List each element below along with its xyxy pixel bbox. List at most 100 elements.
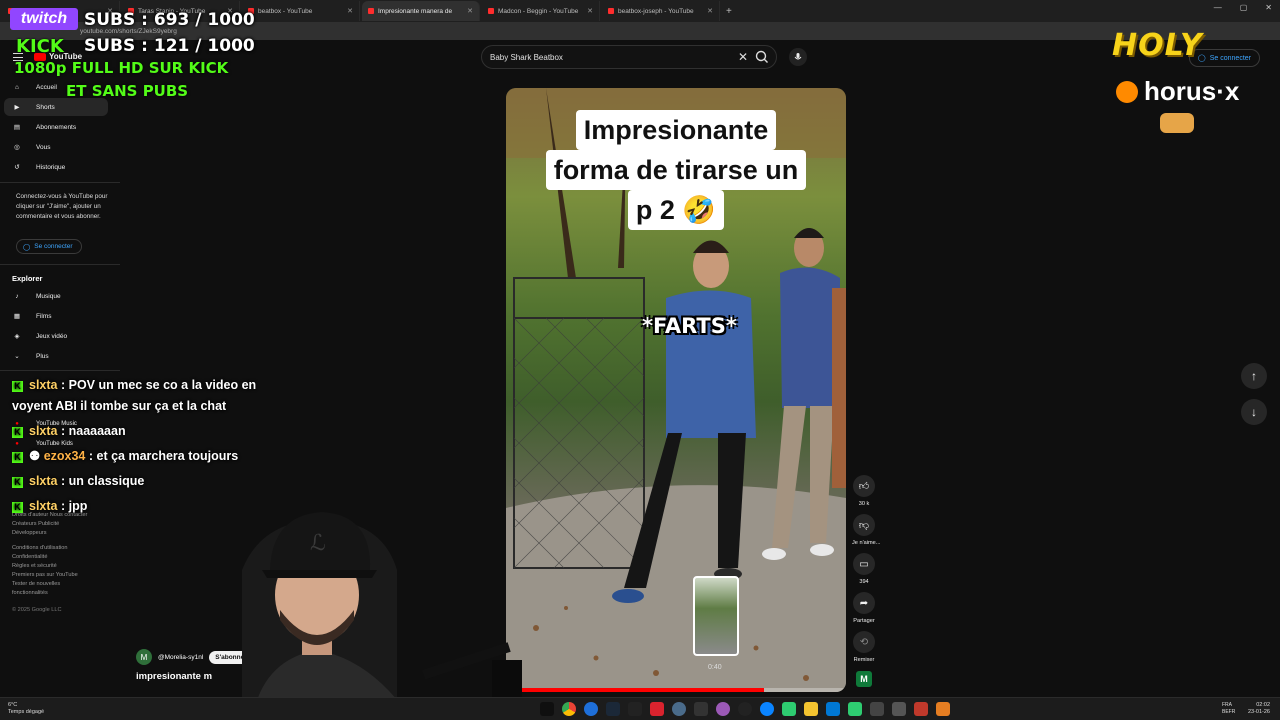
home-icon: ⌂ [15, 83, 19, 91]
remix-action[interactable]: ⟲ Remixer [852, 631, 876, 663]
sidebar-signin-button[interactable]: ◯ Se connecter [16, 239, 82, 254]
search-query: Baby Shark Beatbox [490, 52, 563, 62]
webcam-feed: ℒ [222, 500, 522, 720]
app-icon[interactable] [584, 702, 598, 716]
chevron-down-icon: ⌄ [14, 353, 20, 360]
browser-tab[interactable]: Madcon - Beggin - YouTube ✕ [482, 1, 600, 21]
film-icon: ▦ [13, 313, 21, 320]
share-icon: ➦ [859, 597, 869, 609]
clear-search-icon[interactable]: ✕ [738, 50, 748, 64]
app-icon[interactable] [694, 702, 708, 716]
footer-link[interactable]: Règles et sécurité [12, 562, 78, 571]
app-icon[interactable] [892, 702, 906, 716]
close-tab-icon[interactable]: ✕ [707, 7, 713, 15]
voice-search-button[interactable] [789, 48, 807, 66]
footer-link[interactable]: Créateurs Publicité [12, 520, 87, 529]
footer-link[interactable]: Conditions d'utilisation [12, 544, 78, 553]
seek-preview-time: 0:40 [708, 664, 722, 671]
chrome-icon[interactable] [562, 702, 576, 716]
remix-button[interactable]: ⟲ [853, 631, 875, 653]
window-controls: — ▢ ✕ [1214, 3, 1272, 12]
youtube-favicon-icon [488, 8, 494, 14]
footer-link[interactable]: Tester de nouvelles [12, 580, 78, 589]
sidebar-item-subscriptions[interactable]: ▤ Abonnements [4, 118, 108, 136]
explore-heading: Explorer [12, 274, 43, 283]
seek-preview-thumbnail [693, 576, 739, 656]
holy-logo: HOLY [1112, 28, 1203, 63]
twitch-logo: twitch [10, 8, 78, 30]
edge-icon[interactable] [760, 702, 774, 716]
browser-tab[interactable]: beatbox - YouTube ✕ [242, 1, 360, 21]
system-clock[interactable]: 02:02 23-01-26 [1248, 702, 1270, 716]
sidebar-item-history[interactable]: ↺ Historique [4, 158, 108, 176]
app-icon[interactable] [826, 702, 840, 716]
horus-logo-icon [1116, 80, 1138, 103]
sidebar-item-more[interactable]: ⌄ Plus [4, 347, 108, 365]
folder-icon[interactable] [804, 702, 818, 716]
app-icon[interactable] [848, 702, 862, 716]
start-icon[interactable] [540, 702, 554, 716]
dislike-action[interactable]: 👎︎ Je n'aime... [852, 514, 880, 546]
footer-link[interactable]: Confidentialité [12, 553, 78, 562]
share-action[interactable]: ➦ Partager [852, 592, 876, 624]
history-icon: ↺ [14, 164, 20, 171]
footer-link[interactable]: Premiers pas sur YouTube [12, 571, 78, 580]
app-icon[interactable] [782, 702, 796, 716]
sidebar-item-shorts[interactable]: ▶ Shorts [4, 98, 108, 116]
minimize-icon[interactable]: — [1214, 3, 1222, 12]
share-button[interactable]: ➦ [853, 592, 875, 614]
horus-logo: horus·x [1116, 76, 1239, 107]
streamer-image: ℒ [242, 512, 522, 720]
channel-name[interactable]: @Morelia-sy1nl [158, 654, 203, 661]
comments-action[interactable]: ▭ 394 [852, 553, 876, 585]
gamepad-icon: ◈ [14, 333, 20, 340]
footer-link[interactable]: Développeurs [12, 529, 87, 538]
app-icon[interactable] [870, 702, 884, 716]
sidebar-item-music[interactable]: ♪ Musique [4, 287, 108, 305]
browser-tab[interactable]: beatbox-joseph - YouTube ✕ [602, 1, 720, 21]
language-indicator[interactable]: FRA BEFR [1222, 702, 1235, 716]
sidebar-item-you[interactable]: ◎ Vous [4, 138, 108, 156]
shorts-icon: ▶ [14, 104, 20, 111]
github-icon[interactable] [738, 702, 752, 716]
dislike-button[interactable]: 👎︎ [853, 514, 875, 536]
close-tab-icon[interactable]: ✕ [587, 7, 593, 15]
steam-icon[interactable] [606, 702, 620, 716]
comments-button[interactable]: ▭ [853, 553, 875, 575]
sidebar-item-films[interactable]: ▦ Films [4, 307, 108, 325]
like-action[interactable]: 👍︎ 30 k [852, 475, 876, 507]
like-button[interactable]: 👍︎ [853, 475, 875, 497]
sound-avatar[interactable]: M [856, 671, 872, 687]
maximize-icon[interactable]: ▢ [1240, 3, 1248, 12]
search-icon[interactable] [754, 49, 770, 65]
video-title: impresionante m [136, 671, 213, 682]
channel-avatar[interactable]: M [136, 649, 152, 665]
weather-widget[interactable]: 6°C Temps dégagé [8, 702, 44, 716]
browser-tab-active[interactable]: Impresionante manera de ✕ [362, 1, 480, 21]
copyright: © 2025 Google LLC [12, 607, 62, 613]
arrow-up-icon: ↑ [1251, 369, 1257, 383]
app-icon[interactable] [628, 702, 642, 716]
app-icon[interactable] [650, 702, 664, 716]
share-label: Partager [853, 618, 875, 624]
next-short-button[interactable]: ↓ [1241, 399, 1267, 425]
previous-short-button[interactable]: ↑ [1241, 363, 1267, 389]
video-progress-fill [506, 688, 765, 692]
search-input[interactable]: Baby Shark Beatbox ✕ [481, 45, 777, 69]
close-window-icon[interactable]: ✕ [1265, 3, 1272, 12]
music-icon: ♪ [15, 292, 19, 300]
app-icon[interactable] [716, 702, 730, 716]
thumbs-up-icon: 👍︎ [858, 481, 870, 492]
footer-link[interactable]: fonctionnalités [12, 589, 78, 598]
app-icon[interactable] [672, 702, 686, 716]
close-tab-icon[interactable]: ✕ [467, 7, 473, 15]
shorts-video-player[interactable]: Impresionante forma de tirarse un p 2 🤣 … [506, 88, 846, 692]
close-tab-icon[interactable]: ✕ [347, 7, 353, 15]
video-progress-bar[interactable] [506, 688, 846, 692]
new-tab-icon[interactable]: + [726, 6, 732, 17]
vlc-icon[interactable] [936, 702, 950, 716]
sidebar-item-games[interactable]: ◈ Jeux vidéo [4, 327, 108, 345]
kick-badge-icon: K [12, 477, 23, 488]
kick-badge-icon: K [12, 502, 23, 513]
app-icon[interactable] [914, 702, 928, 716]
